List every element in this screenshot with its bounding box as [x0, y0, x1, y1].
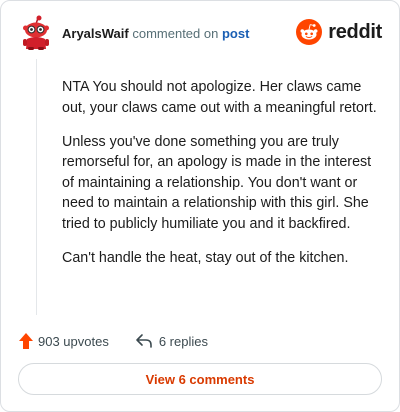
comment-body: NTA You should not apologize. Her claws …	[62, 77, 380, 282]
comment-actions: 903 upvotes 6 replies	[18, 330, 208, 352]
comment-paragraph: Unless you've done something you are tru…	[62, 133, 372, 232]
upvote-count: 903 upvotes	[38, 333, 109, 349]
comment-paragraph: Can't handle the heat, stay out of the k…	[62, 249, 349, 266]
upvote-arrow-icon	[19, 333, 33, 349]
upvote-button[interactable]: 903 upvotes	[18, 332, 109, 350]
reply-icon	[136, 334, 152, 348]
reddit-wordmark: reddit	[328, 20, 382, 43]
view-comments-button[interactable]: View 6 comments	[18, 363, 382, 395]
avatar[interactable]	[18, 15, 54, 51]
comment-header: AryalsWaif commented on post	[62, 26, 249, 41]
thread-line	[36, 59, 37, 315]
username-link[interactable]: AryalsWaif	[62, 26, 129, 41]
comment-card: AryalsWaif commented on post reddit NTA …	[0, 0, 400, 412]
reddit-logo[interactable]: reddit	[296, 19, 382, 45]
snoo-avatar-icon	[23, 15, 49, 50]
commented-on-text: commented on	[132, 26, 219, 41]
reddit-logo-icon	[296, 19, 323, 45]
reply-button[interactable]: 6 replies	[135, 333, 208, 349]
reply-count: 6 replies	[158, 333, 208, 349]
post-link[interactable]: post	[222, 26, 249, 41]
comment-paragraph: NTA You should not apologize. Her claws …	[62, 79, 377, 116]
